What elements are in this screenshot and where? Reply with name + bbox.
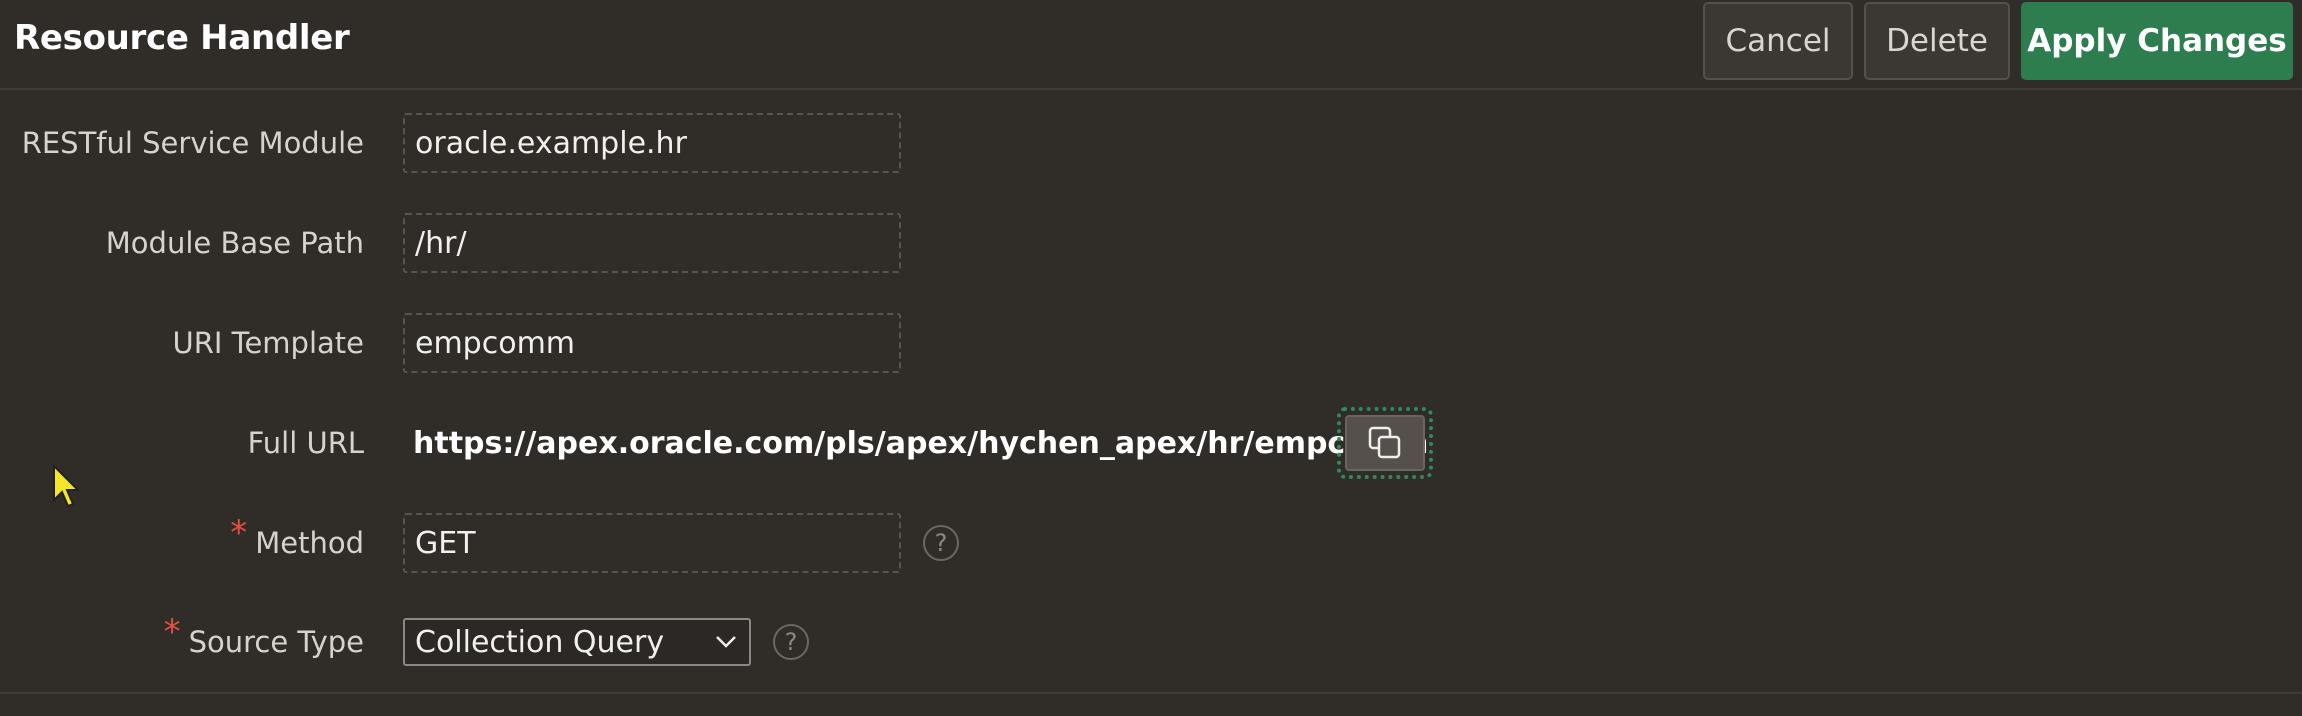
section-divider [0,692,2302,694]
copy-icon [1368,426,1401,459]
uri-template-label-text: URI Template [172,326,364,360]
module-label: RESTful Service Module [22,113,364,173]
source-type-label-text: Source Type [188,625,364,659]
chevron-down-icon [716,636,736,648]
full-url-label-text: Full URL [247,426,364,460]
page-header: Resource Handler Cancel Delete Apply Cha… [0,0,2302,90]
help-icon[interactable]: ? [773,624,809,660]
form-row-method: * Method GET ? [0,513,2302,573]
delete-button[interactable]: Delete [1864,2,2010,80]
base-path-label-text: Module Base Path [105,226,364,260]
form-row-module: RESTful Service Module oracle.example.hr [0,113,2302,173]
base-path-field: /hr/ [403,213,901,273]
full-url-value: https://apex.oracle.com/pls/apex/hychen_… [413,425,1429,461]
module-field: oracle.example.hr [403,113,901,173]
help-icon[interactable]: ? [923,525,959,561]
form-row-source-type: * Source Type Collection Query ? [0,612,2302,672]
source-type-select[interactable]: Collection Query [403,618,751,666]
form-row-full-url: Full URL https://apex.oracle.com/pls/ape… [0,407,2302,479]
full-url-label: Full URL [248,413,364,473]
mouse-pointer-icon [53,464,80,508]
copy-url-button[interactable] [1337,407,1433,479]
method-label: * Method [230,513,364,573]
method-label-text: Method [255,526,364,560]
cancel-button[interactable]: Cancel [1703,2,1853,80]
source-type-selected-value: Collection Query [415,624,665,660]
source-type-label: * Source Type [164,612,364,672]
apply-changes-button[interactable]: Apply Changes [2021,2,2293,80]
module-label-text: RESTful Service Module [21,126,364,160]
page-title: Resource Handler [14,18,350,58]
required-marker: * [163,612,181,652]
uri-template-field: empcomm [403,313,901,373]
form-row-base-path: Module Base Path /hr/ [0,213,2302,273]
form-row-uri-template: URI Template empcomm [0,313,2302,373]
copy-button-face [1345,415,1425,471]
method-field: GET [403,513,901,573]
uri-template-label: URI Template [173,313,364,373]
base-path-label: Module Base Path [106,213,364,273]
required-marker: * [230,513,248,553]
